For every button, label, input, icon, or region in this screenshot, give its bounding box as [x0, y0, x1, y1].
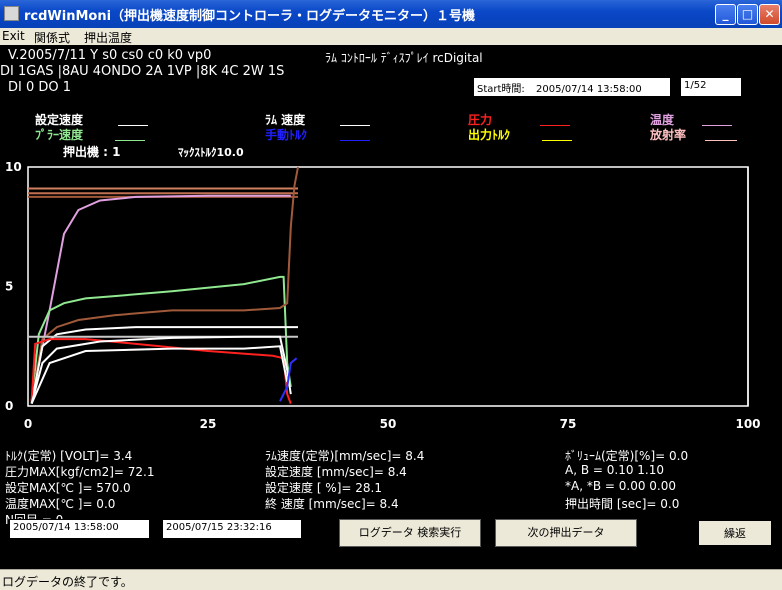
menu-exit[interactable]: Exit: [2, 29, 25, 43]
stat-set-speed: 設定速度 [mm/sec]= 8.4: [265, 465, 407, 479]
y-tick-label: 0: [5, 399, 13, 413]
app-icon: [4, 6, 19, 21]
stat-set-max: 設定MAX[℃ ]= 570.0: [5, 481, 131, 495]
chart-frame: [27, 166, 749, 407]
monitor-screen: V.2005/7/11 Y s0 cs0 c0 k0 vp0 DI 1GAS |…: [0, 45, 782, 569]
close-button[interactable]: ✕: [759, 4, 780, 25]
stat-set-speed-pct: 設定速度 [ %]= 28.1: [265, 481, 382, 495]
stat-end-speed: 終 速度 [mm/sec]= 8.4: [265, 497, 399, 511]
y-tick-label: 5: [5, 280, 13, 294]
x-tick-label: 0: [24, 417, 32, 431]
stat-star-a-b: *A, *B = 0.00 0.00: [565, 479, 677, 493]
window-title: rcdWinMoni（押出機速度制御コントローラ・ログデータモニター）１号機: [24, 9, 476, 24]
x-tick-label: 75: [560, 417, 577, 431]
to-date-input[interactable]: 2005/07/15 23:32:16: [162, 519, 302, 539]
x-tick-label: 100: [735, 417, 760, 431]
stat-torque: ﾄﾙｸ(定常) [VOLT]= 3.4: [5, 449, 133, 463]
status-bar: ログデータの終了です。: [0, 569, 782, 590]
next-extrusion-button[interactable]: 次の押出データ: [495, 519, 637, 547]
log-chart: 0 25 50 75 100 0 5 10: [5, 160, 761, 431]
stat-temp-max: 温度MAX[℃ ]= 0.0: [5, 497, 116, 511]
stat-pressure-max: 圧力MAX[kgf/cm2]= 72.1: [5, 465, 155, 479]
x-tick-label: 50: [380, 417, 397, 431]
y-tick-label: 10: [5, 160, 22, 174]
menu-relations[interactable]: 関係式: [34, 29, 70, 46]
maximize-button[interactable]: □: [737, 4, 758, 25]
repeat-button[interactable]: 繰返: [697, 519, 773, 547]
search-log-button[interactable]: ログデータ 検索実行: [339, 519, 481, 547]
minimize-button[interactable]: _: [715, 4, 736, 25]
stat-a-b: A, B = 0.10 1.10: [565, 463, 665, 477]
title-bar: rcdWinMoni（押出機速度制御コントローラ・ログデータモニター）１号機 _…: [0, 0, 782, 28]
stat-extrusion-time: 押出時間 [sec]= 0.0: [565, 497, 680, 511]
status-text: ログデータの終了です。: [2, 575, 133, 589]
menu-bar: Exit 関係式 押出温度: [0, 28, 782, 45]
menu-extrusion-temp[interactable]: 押出温度: [84, 29, 132, 46]
from-date-input[interactable]: 2005/07/14 13:58:00: [9, 519, 150, 539]
stat-ram-speed: ﾗﾑ速度(定常)[mm/sec]= 8.4: [265, 449, 425, 463]
stat-volume: ﾎﾞﾘｭｰﾑ(定常)[%]= 0.0: [565, 449, 689, 463]
x-tick-label: 25: [200, 417, 217, 431]
